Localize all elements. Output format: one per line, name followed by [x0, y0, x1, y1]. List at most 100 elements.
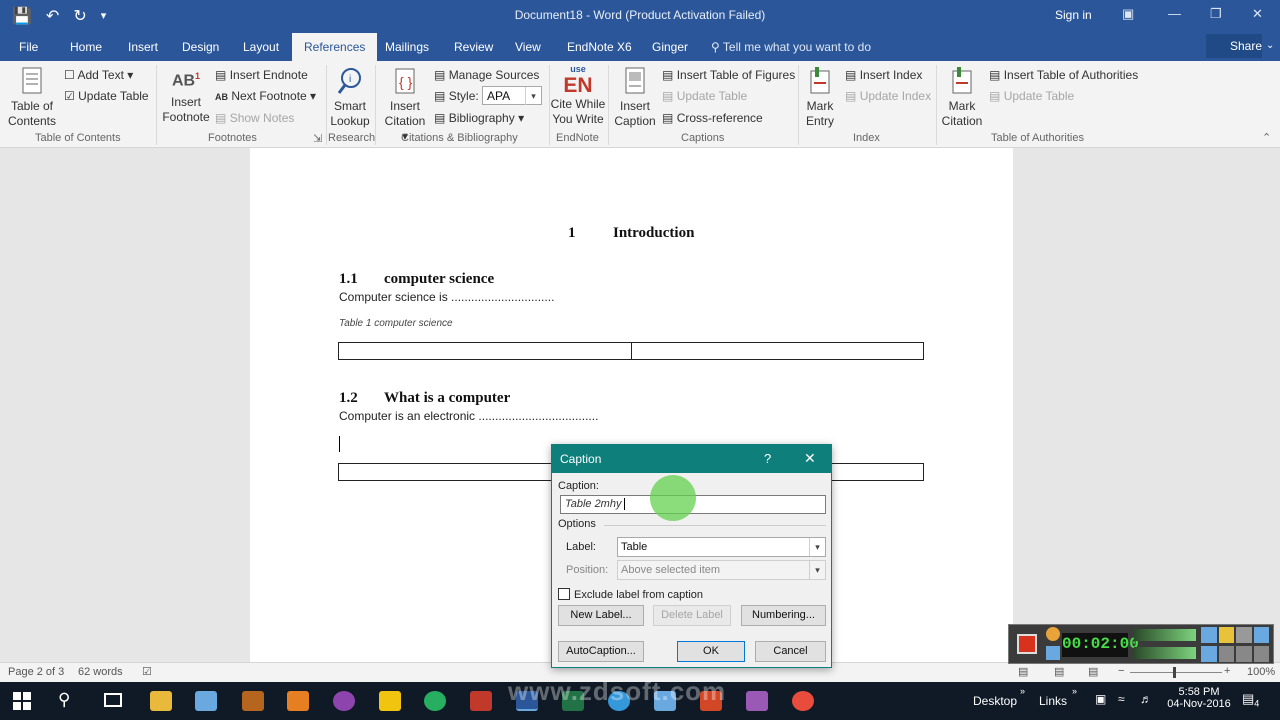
insert-table-of-figures-button[interactable]: ▤ Insert Table of Figures — [662, 68, 795, 82]
settings-icon[interactable] — [1236, 627, 1252, 643]
tab-endnote[interactable]: EndNote X6 — [567, 40, 632, 54]
cite-while-you-write-button[interactable]: use EN Cite While You Write — [550, 65, 606, 127]
table-of-contents-button[interactable]: Table of Contents — [4, 67, 60, 129]
numbering-button[interactable]: Numbering... — [741, 605, 826, 626]
battery-icon[interactable]: ▣ — [1095, 692, 1106, 706]
exclude-label-checkbox[interactable] — [558, 588, 570, 600]
insert-index-button[interactable]: ▤ Insert Index — [845, 68, 922, 82]
chevron-icon[interactable]: » — [1020, 686, 1025, 696]
print-layout-icon[interactable]: ▤ — [1054, 665, 1064, 678]
update-index-button[interactable]: ▤ Update Index — [845, 89, 931, 103]
recorder-icon[interactable] — [792, 691, 814, 711]
table[interactable] — [338, 342, 924, 360]
matlab-icon[interactable] — [287, 691, 309, 711]
tell-me-box[interactable]: ⚲ Tell me what you want to do — [711, 40, 871, 54]
share-button[interactable]: Share — [1206, 34, 1262, 58]
zoom-slider[interactable] — [1130, 672, 1222, 673]
tab-review[interactable]: Review — [454, 40, 493, 54]
insert-footnote-button[interactable]: AB1 Insert Footnote — [160, 69, 212, 125]
tab-view[interactable]: View — [515, 40, 541, 54]
read-mode-icon[interactable]: ▤ — [1018, 665, 1028, 678]
webcam-icon[interactable] — [1201, 627, 1217, 643]
close-icon[interactable]: ✕ — [804, 450, 816, 467]
insert-caption-button[interactable]: Insert Caption — [612, 67, 658, 129]
zoom-in-icon[interactable]: + — [1224, 665, 1230, 677]
insert-table-of-authorities-button[interactable]: ▤ Insert Table of Authorities — [989, 68, 1138, 82]
alarm-clock-icon[interactable] — [1046, 627, 1060, 641]
record-stop-button[interactable] — [1017, 634, 1037, 654]
tab-ginger[interactable]: Ginger — [652, 40, 688, 54]
pen-icon[interactable] — [1253, 627, 1269, 643]
cancel-button[interactable]: Cancel — [755, 641, 826, 662]
help-button[interactable]: ? — [764, 451, 771, 466]
ribbon-display-options-icon[interactable]: ▣ — [1122, 6, 1134, 22]
acrobat-icon[interactable] — [470, 691, 492, 711]
smart-lookup-button[interactable]: i Smart Lookup — [328, 67, 372, 129]
delete-label-button[interactable]: Delete Label — [653, 605, 731, 626]
proofing-icon[interactable]: ☑ — [142, 665, 152, 678]
search-icon[interactable]: ⚲ — [58, 690, 70, 710]
fullscreen-icon[interactable] — [1218, 646, 1234, 662]
minimize-button[interactable]: — — [1168, 6, 1181, 21]
maximize-button[interactable]: ❐ — [1210, 6, 1222, 22]
app-icon[interactable] — [333, 691, 355, 711]
folder-icon[interactable] — [1218, 627, 1234, 643]
region-icon[interactable] — [1253, 646, 1269, 662]
chrome-icon[interactable] — [424, 691, 446, 711]
position-dropdown[interactable]: Above selected item ▾ — [617, 560, 826, 580]
cross-reference-button[interactable]: ▤ Cross-reference — [662, 111, 763, 125]
window-icon[interactable] — [1236, 646, 1252, 662]
tab-design[interactable]: Design — [182, 40, 219, 54]
tab-insert[interactable]: Insert — [128, 40, 158, 54]
bibliography-button[interactable]: ▤ Bibliography ▾ — [434, 111, 524, 125]
page-count[interactable]: Page 2 of 3 — [8, 666, 64, 678]
tab-layout[interactable]: Layout — [243, 40, 279, 54]
update-toc-button[interactable]: ☑ Update Table — [64, 89, 149, 103]
sign-in-link[interactable]: Sign in — [1055, 8, 1092, 22]
file-explorer-icon[interactable] — [150, 691, 172, 711]
zoom-level[interactable]: 100% — [1247, 666, 1275, 678]
web-layout-icon[interactable]: ▤ — [1088, 665, 1098, 678]
collapse-ribbon-icon[interactable]: ⌄ — [1266, 40, 1274, 51]
app-icon[interactable] — [746, 691, 768, 711]
word-count[interactable]: 62 words — [78, 666, 123, 678]
chevron-icon[interactable]: » — [1072, 686, 1077, 696]
tab-references[interactable]: References — [292, 33, 378, 61]
insert-endnote-button[interactable]: ▤ Insert Endnote — [215, 68, 308, 82]
globe-icon[interactable] — [1201, 646, 1217, 662]
style-dropdown[interactable]: APA ▾ — [482, 86, 542, 105]
pause-icon[interactable] — [1046, 646, 1060, 660]
footnotes-dialog-launcher[interactable]: ⇲ — [313, 132, 322, 145]
zoom-slider-thumb[interactable] — [1173, 667, 1176, 678]
sticky-notes-icon[interactable] — [379, 691, 401, 711]
autocaption-button[interactable]: AutoCaption... — [558, 641, 644, 662]
add-text-button[interactable]: ☐ Add Text ▾ — [64, 68, 133, 82]
collapse-ribbon-icon[interactable]: ⌃ — [1262, 131, 1271, 144]
zoom-out-icon[interactable]: − — [1118, 665, 1124, 677]
next-footnote-button[interactable]: AB Next Footnote ▾ — [215, 89, 316, 103]
windows-start-icon[interactable] — [13, 692, 31, 710]
tab-home[interactable]: Home — [70, 40, 102, 54]
update-table-of-figures-button[interactable]: ▤ Update Table — [662, 89, 747, 103]
paragraph: Computer science is ....................… — [339, 290, 555, 304]
manage-sources-button[interactable]: ▤ Manage Sources — [434, 68, 539, 82]
mark-citation-button[interactable]: Mark Citation — [938, 67, 986, 129]
clock[interactable]: 5:58 PM 04-Nov-2016 — [1164, 686, 1234, 710]
volume-icon[interactable]: ♬ — [1140, 692, 1152, 706]
app-icon[interactable] — [242, 691, 264, 711]
mark-entry-button[interactable]: Mark Entry — [800, 67, 840, 129]
label-dropdown[interactable]: Table ▾ — [617, 537, 826, 557]
close-window-button[interactable]: ✕ — [1252, 6, 1263, 22]
update-toa-button[interactable]: ▤ Update Table — [989, 89, 1074, 103]
task-view-icon[interactable] — [104, 693, 122, 707]
desktop-toolbar[interactable]: Desktop — [973, 694, 1017, 708]
ok-button[interactable]: OK — [677, 641, 745, 662]
wifi-icon[interactable]: ≈ — [1118, 692, 1125, 706]
app-icon[interactable] — [195, 691, 217, 711]
new-label-button[interactable]: New Label... — [558, 605, 644, 626]
tab-file[interactable]: File — [19, 40, 38, 54]
show-notes-button[interactable]: ▤ Show Notes — [215, 111, 294, 125]
action-center-icon[interactable]: ▤4 — [1242, 691, 1259, 709]
tab-mailings[interactable]: Mailings — [385, 40, 429, 54]
links-toolbar[interactable]: Links — [1039, 694, 1067, 708]
